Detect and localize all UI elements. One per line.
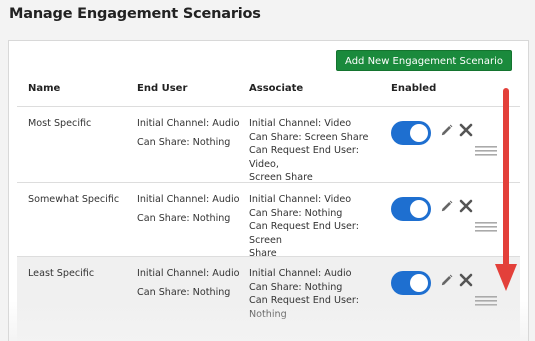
scenario-name: Somewhat Specific <box>28 194 120 205</box>
associate-line: Can Share: Nothing <box>249 281 343 293</box>
pencil-icon[interactable] <box>439 273 454 288</box>
associate-line: Nothing <box>249 308 287 320</box>
end-user-channel: Initial Channel: Audio <box>137 118 240 129</box>
scenarios-table: Name End User Associate Enabled Most Spe… <box>17 76 520 341</box>
pencil-icon[interactable] <box>439 123 454 138</box>
column-header-enabled: Enabled <box>391 83 437 94</box>
scenarios-panel: Add New Engagement Scenario Name End Use… <box>8 40 529 341</box>
column-header-associate: Associate <box>249 83 304 94</box>
toggle-knob <box>410 274 428 292</box>
table-row: Most Specific Initial Channel: Audio Can… <box>17 107 520 183</box>
enabled-toggle[interactable] <box>391 121 431 145</box>
end-user-settings: Initial Channel: Audio Can Share: Nothin… <box>137 193 243 225</box>
end-user-share: Can Share: Nothing <box>137 212 231 224</box>
table-row: Somewhat Specific Initial Channel: Audio… <box>17 183 520 259</box>
column-header-end-user: End User <box>137 83 188 94</box>
table-header: Name End User Associate Enabled <box>17 76 520 107</box>
end-user-settings: Initial Channel: Audio Can Share: Nothin… <box>137 267 243 299</box>
end-user-share: Can Share: Nothing <box>137 136 231 148</box>
close-icon[interactable] <box>459 123 473 137</box>
scenario-name: Most Specific <box>28 118 92 129</box>
associate-line: Initial Channel: Video <box>249 194 352 205</box>
associate-line: Initial Channel: Audio <box>249 268 352 279</box>
associate-settings: Initial Channel: Video Can Share: Screen… <box>249 117 391 185</box>
associate-line: Initial Channel: Video <box>249 118 352 129</box>
associate-line: Can Request End User: <box>249 295 359 306</box>
drag-handle-icon[interactable] <box>475 295 497 307</box>
associate-line: Can Share: Screen Share <box>249 131 369 143</box>
associate-settings: Initial Channel: Audio Can Share: Nothin… <box>249 267 391 321</box>
end-user-share: Can Share: Nothing <box>137 286 231 298</box>
associate-line: Can Request End User: Screen <box>249 221 359 246</box>
add-engagement-scenario-button[interactable]: Add New Engagement Scenario <box>336 50 512 71</box>
enabled-toggle[interactable] <box>391 197 431 221</box>
end-user-channel: Initial Channel: Audio <box>137 194 240 205</box>
scenario-name: Least Specific <box>28 268 95 279</box>
pencil-icon[interactable] <box>439 199 454 214</box>
toggle-knob <box>410 200 428 218</box>
enabled-toggle[interactable] <box>391 271 431 295</box>
page-title: Manage Engagement Scenarios <box>9 6 261 22</box>
associate-line: Can Request End User: Video, <box>249 145 359 170</box>
close-icon[interactable] <box>459 199 473 213</box>
end-user-settings: Initial Channel: Audio Can Share: Nothin… <box>137 117 243 149</box>
associate-settings: Initial Channel: Video Can Share: Nothin… <box>249 193 391 261</box>
column-header-name: Name <box>28 83 61 94</box>
associate-line: Can Share: Nothing <box>249 207 343 219</box>
table-row: Least Specific Initial Channel: Audio Ca… <box>17 257 520 341</box>
close-icon[interactable] <box>459 273 473 287</box>
arrow-down-icon <box>495 88 517 291</box>
toggle-knob <box>410 124 428 142</box>
end-user-channel: Initial Channel: Audio <box>137 268 240 279</box>
